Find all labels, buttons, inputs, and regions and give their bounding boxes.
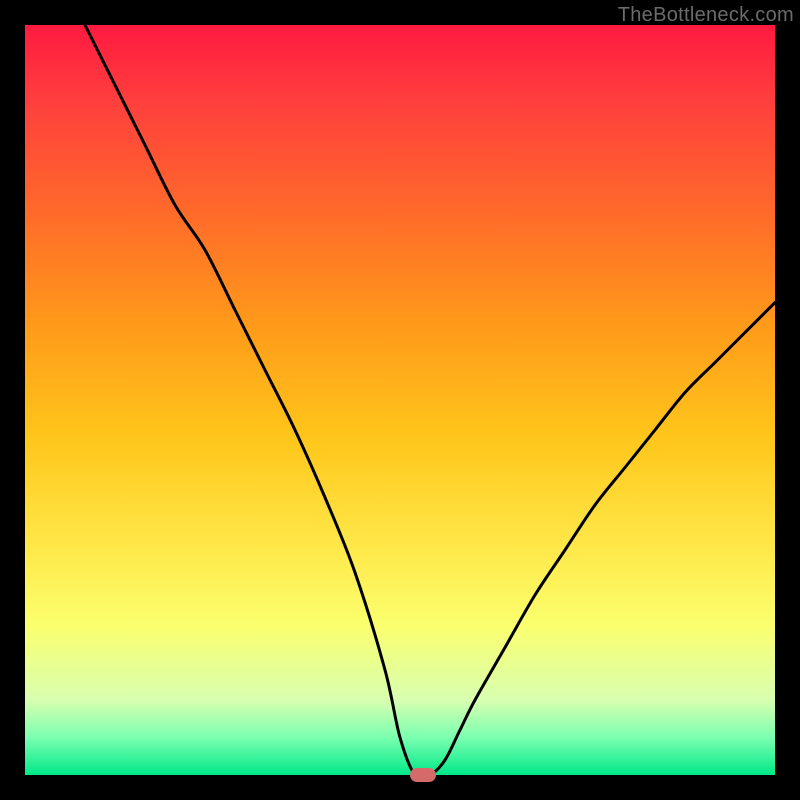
watermark-text: TheBottleneck.com bbox=[618, 4, 794, 27]
plot-area bbox=[25, 25, 775, 775]
bottleneck-curve bbox=[25, 25, 775, 775]
minimum-marker bbox=[410, 768, 436, 782]
chart-frame: TheBottleneck.com bbox=[0, 0, 800, 800]
